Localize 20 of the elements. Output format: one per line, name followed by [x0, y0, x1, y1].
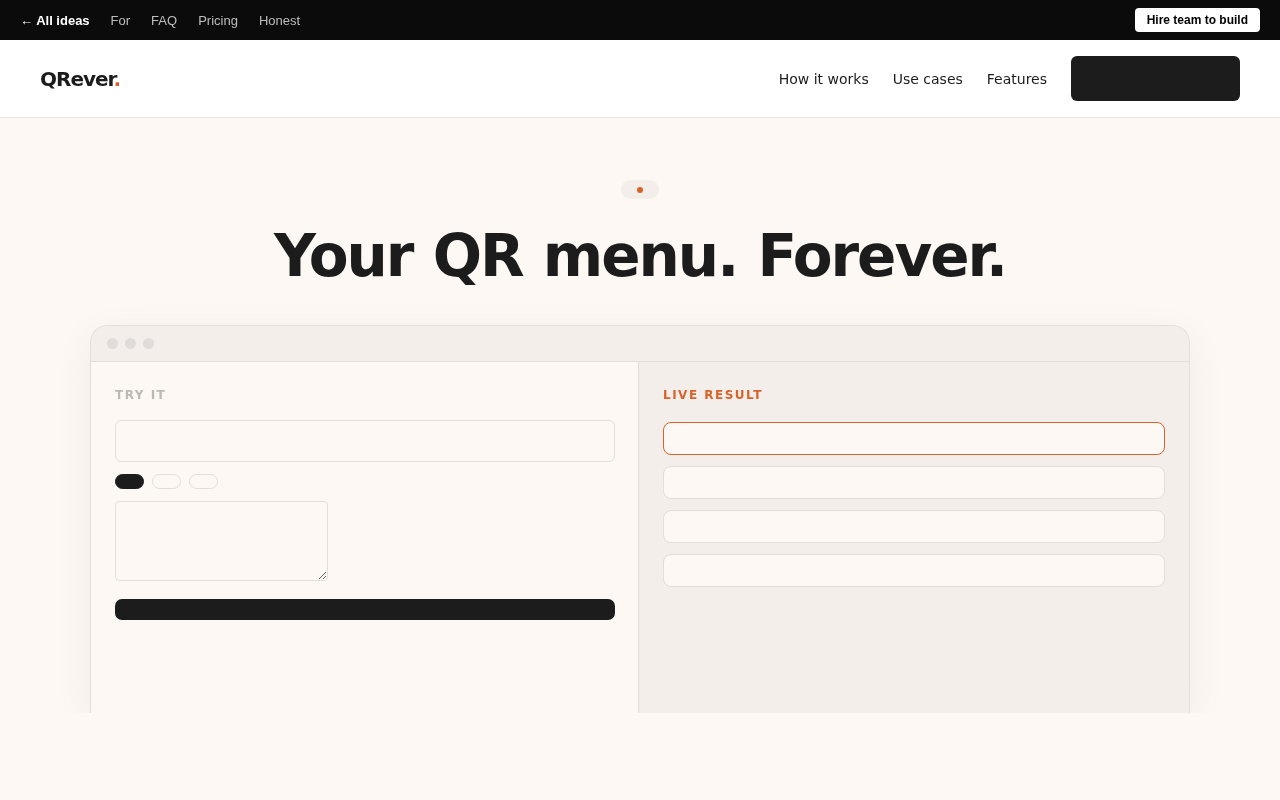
nav-link[interactable]: How it works	[778, 70, 869, 87]
top-nav-link[interactable]: FAQ	[151, 12, 178, 28]
back-link[interactable]: ← All ideas	[20, 12, 90, 28]
input-field[interactable]	[115, 420, 615, 462]
section-label: LIVE RESULT	[663, 388, 764, 402]
hire-team-button[interactable]: Hire team to build	[1134, 8, 1260, 32]
top-nav-link[interactable]: Honest	[258, 12, 301, 28]
header-cta-button[interactable]	[1071, 56, 1240, 101]
hero-title: Your QR menu. Forever.	[272, 221, 1007, 292]
nav-link[interactable]: Features	[986, 70, 1047, 87]
option-chip[interactable]	[115, 474, 144, 489]
top-nav-link[interactable]: Pricing	[198, 12, 238, 28]
logo[interactable]: QRever.	[40, 66, 121, 91]
result-card[interactable]	[663, 422, 1165, 455]
top-nav-link[interactable]: For	[110, 12, 131, 28]
nav-link[interactable]: Use cases	[892, 70, 963, 87]
section-label: TRY IT	[115, 388, 167, 402]
dot-icon	[637, 186, 643, 193]
submit-button[interactable]	[115, 599, 615, 620]
text-area[interactable]	[115, 501, 328, 581]
